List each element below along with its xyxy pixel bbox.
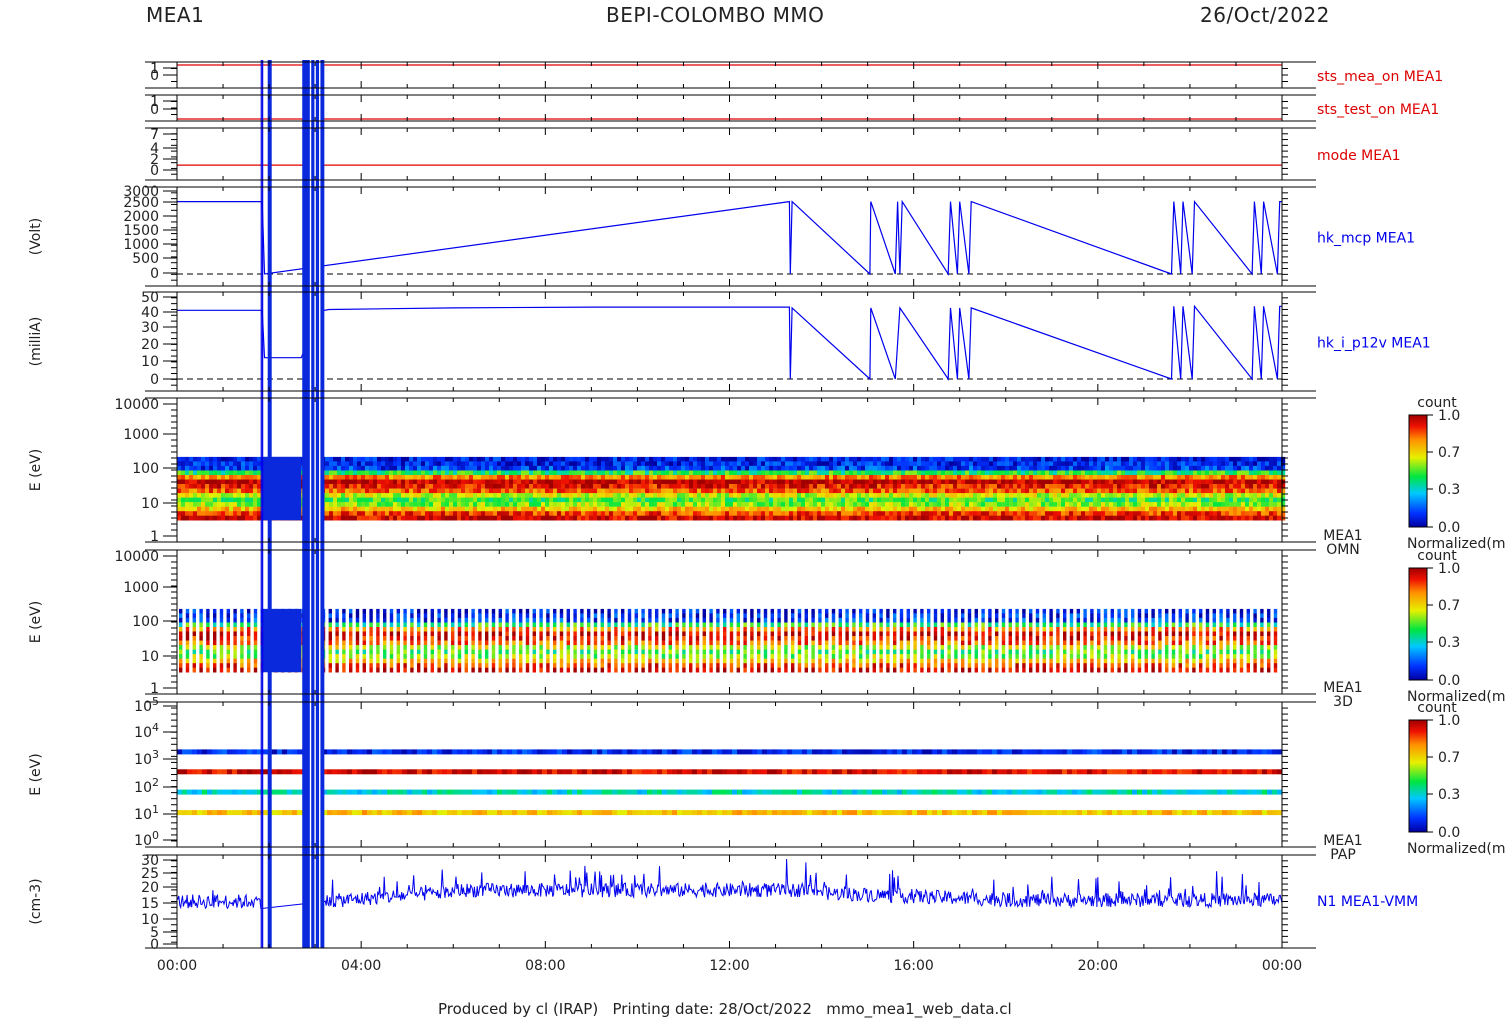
series-label-4: hk_i_p12v MEA1 [1317, 336, 1431, 352]
footer-credits: Produced by cl (IRAP) Printing date: 28/… [438, 1000, 1012, 1018]
ytick-label-6-3: 10 [141, 649, 159, 665]
ytick-label-5-0: 10000 [114, 397, 159, 413]
time-tick-5: 20:00 [1078, 958, 1118, 974]
colorbar-caption-2: Normalized(m [1407, 841, 1506, 857]
colorbar-tick-2-2: 0.3 [1438, 787, 1460, 803]
colorbar-2 [1408, 719, 1433, 833]
ylabel-3: (Volt) [28, 218, 44, 255]
time-tick-2: 08:00 [525, 958, 565, 974]
ytick-label-7-4: 101 [134, 803, 159, 823]
ylabel-5: E (eV) [28, 449, 44, 491]
footer-script: mmo_mea1_web_data.cl [826, 1000, 1012, 1018]
colorbar-tick-1-0: 1.0 [1438, 561, 1460, 577]
panel-frame-7 [176, 701, 1283, 848]
colorbar-tick-0-3: 0.0 [1438, 520, 1460, 536]
ytick-label-1-1: 0 [150, 102, 159, 118]
footer-producer: Produced by cl (IRAP) [438, 1000, 599, 1018]
panel-frame-8 [176, 854, 1283, 949]
ylabel-8: (cm-3) [28, 878, 44, 924]
colorbar-0 [1408, 414, 1433, 528]
dataset-label-5-1: OMN [1326, 542, 1360, 558]
time-tick-1: 04:00 [341, 958, 381, 974]
colorbar-tick-0-2: 0.3 [1438, 482, 1460, 498]
ytick-label-0-1: 0 [150, 68, 159, 84]
dataset-label-6-1: 3D [1333, 694, 1353, 710]
multi-panel-plot: 10107420300025002000150010005000(Volt)50… [28, 60, 1506, 974]
ytick-label-6-0: 10000 [114, 549, 159, 565]
pap-bands [177, 749, 1283, 816]
series-label-1: sts_test_on MEA1 [1317, 102, 1439, 118]
colorbar-tick-2-0: 1.0 [1438, 713, 1460, 729]
ytick-label-3-5: 500 [132, 251, 159, 267]
colorbar-tick-2-1: 0.7 [1438, 750, 1460, 766]
time-tick-6: 00:00 [1262, 958, 1302, 974]
ytick-label-8-3: 15 [141, 896, 159, 912]
ytick-label-8-6: 0 [150, 937, 159, 953]
panel-frame-3 [176, 186, 1283, 287]
ytick-label-7-0: 105 [134, 695, 159, 715]
ylabel-6: E (eV) [28, 601, 44, 643]
ytick-label-6-1: 1000 [123, 580, 159, 596]
colorbar-gradient-2 [1408, 719, 1428, 833]
spectrogram-6 [179, 608, 1278, 673]
time-tick-0: 00:00 [157, 958, 197, 974]
footer-printing-date: Printing date: 28/Oct/2022 [612, 1000, 812, 1018]
colorbar-gradient-1 [1408, 567, 1428, 681]
ytick-label-6-2: 100 [132, 614, 159, 630]
ytick-label-5-1: 1000 [123, 427, 159, 443]
dataset-label-7-1: PAP [1330, 847, 1356, 863]
hk-trace-4 [177, 304, 1282, 381]
colorbar-tick-2-3: 0.0 [1438, 825, 1460, 841]
colorbar-tick-1-3: 0.0 [1438, 673, 1460, 689]
ytick-label-8-2: 20 [141, 880, 159, 896]
spectrogram-5 [177, 456, 1286, 521]
ytick-label-7-3: 102 [134, 776, 159, 796]
ylabel-7: E (eV) [28, 753, 44, 795]
density-trace [176, 858, 1283, 910]
colorbar-tick-1-2: 0.3 [1438, 635, 1460, 651]
colorbar-tick-1-1: 0.7 [1438, 598, 1460, 614]
colorbar-tick-0-1: 0.7 [1438, 445, 1460, 461]
ytick-label-3-6: 0 [150, 266, 159, 282]
colorbar-tick-0-0: 1.0 [1438, 408, 1460, 424]
series-label-0: sts_mea_on MEA1 [1317, 69, 1443, 85]
ytick-label-7-2: 103 [134, 748, 159, 768]
ytick-label-2-3: 0 [150, 163, 159, 179]
colorbar-gradient-0 [1408, 414, 1428, 528]
ytick-label-4-4: 10 [141, 354, 159, 370]
ylabel-4: (milliA) [28, 317, 44, 367]
series-label-2: mode MEA1 [1317, 148, 1401, 164]
ytick-label-4-3: 20 [141, 337, 159, 353]
series-label-8: N1 MEA1-VMM [1317, 894, 1418, 910]
hk-trace-3 [177, 199, 1282, 276]
ytick-label-5-3: 10 [141, 496, 159, 512]
time-tick-3: 12:00 [709, 958, 749, 974]
time-tick-4: 16:00 [893, 958, 933, 974]
ytick-label-4-5: 0 [150, 372, 159, 388]
ytick-label-7-1: 104 [134, 721, 159, 741]
ytick-label-4-1: 40 [141, 305, 159, 321]
panel-frame-2 [176, 127, 1283, 181]
ytick-label-5-2: 100 [132, 461, 159, 477]
series-label-3: hk_mcp MEA1 [1317, 231, 1415, 247]
ytick-label-4-2: 30 [141, 320, 159, 336]
ytick-label-7-5: 100 [134, 829, 159, 849]
ytick-label-5-4: 1 [150, 529, 159, 545]
ytick-label-4-0: 50 [141, 290, 159, 306]
colorbar-1 [1408, 567, 1433, 681]
